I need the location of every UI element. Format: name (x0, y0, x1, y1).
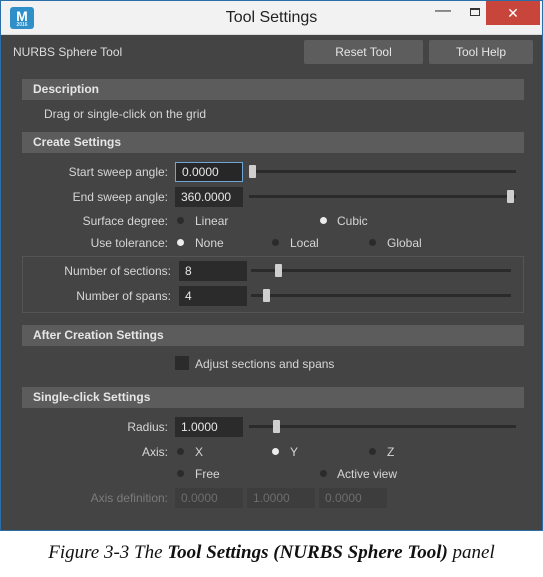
radio-cubic[interactable] (320, 217, 327, 224)
reset-tool-button[interactable]: Reset Tool (304, 40, 423, 64)
radius-slider-handle[interactable] (273, 420, 280, 433)
radio-axis-y-label: Y (290, 445, 299, 459)
number-of-sections-slider[interactable] (251, 269, 511, 272)
caption-prefix: Figure 3-3 The (48, 542, 168, 563)
tool-name-label: NURBS Sphere Tool (13, 45, 123, 59)
radio-none-label: None (195, 236, 224, 250)
radio-linear-label: Linear (195, 214, 229, 228)
surface-degree-label: Surface degree: (82, 214, 168, 228)
adjust-sections-spans-label: Adjust sections and spans (195, 357, 335, 371)
caption-suffix: panel (447, 542, 495, 563)
after-creation-settings-section-header[interactable]: After Creation Settings (22, 325, 524, 346)
radio-axis-x[interactable] (177, 448, 184, 455)
axis-definition-label: Axis definition: (90, 491, 168, 505)
radio-linear[interactable] (177, 217, 184, 224)
radio-cubic-label: Cubic (337, 214, 368, 228)
axis-label: Axis: (141, 445, 168, 459)
number-of-sections-label: Number of sections: (64, 264, 171, 278)
radio-global-label: Global (387, 236, 422, 250)
radio-axis-active-view-label: Active view (337, 467, 398, 481)
number-of-sections-slider-handle[interactable] (275, 264, 282, 277)
end-sweep-angle-slider[interactable] (249, 195, 516, 198)
radio-local[interactable] (272, 239, 279, 246)
single-click-settings-section-header[interactable]: Single-click Settings (22, 387, 524, 408)
radio-none[interactable] (177, 239, 184, 246)
maximize-icon (470, 8, 480, 16)
radio-axis-active-view[interactable] (320, 470, 327, 477)
start-sweep-angle-slider-handle[interactable] (249, 165, 256, 178)
close-button[interactable]: ✕ (486, 1, 540, 25)
radio-axis-y[interactable] (272, 448, 279, 455)
start-sweep-angle-field[interactable]: 0.0000 (175, 162, 243, 182)
axis-definition-x-field: 0.0000 (175, 488, 243, 508)
description-text: Drag or single-click on the grid (44, 107, 207, 121)
radio-global[interactable] (369, 239, 376, 246)
adjust-sections-spans-checkbox[interactable] (175, 356, 189, 370)
number-of-spans-slider-handle[interactable] (263, 289, 270, 302)
number-of-sections-field[interactable]: 8 (179, 261, 247, 281)
caption-bold: Tool Settings (NURBS Sphere Tool) (167, 542, 448, 563)
number-of-spans-label: Number of spans: (76, 289, 171, 303)
radius-field[interactable]: 1.0000 (175, 417, 243, 437)
radio-axis-free[interactable] (177, 470, 184, 477)
radius-slider[interactable] (249, 425, 516, 428)
tool-help-button[interactable]: Tool Help (429, 40, 533, 64)
create-settings-section-header[interactable]: Create Settings (22, 132, 524, 153)
tool-header: NURBS Sphere Tool Reset Tool Tool Help (1, 36, 542, 68)
axis-definition-z-field: 0.0000 (319, 488, 387, 508)
radius-label: Radius: (127, 420, 168, 434)
figure-caption: Figure 3-3 The Tool Settings (NURBS Sphe… (0, 542, 543, 564)
end-sweep-angle-label: End sweep angle: (72, 190, 168, 204)
radio-axis-z-label: Z (387, 445, 395, 459)
start-sweep-angle-label: Start sweep angle: (68, 165, 168, 179)
tool-settings-window: M 2016 Tool Settings — ✕ NURBS Sphere Too… (0, 0, 543, 531)
number-of-spans-slider[interactable] (251, 294, 511, 297)
description-section-header[interactable]: Description (22, 79, 524, 100)
end-sweep-angle-slider-handle[interactable] (507, 190, 514, 203)
title-bar[interactable]: M 2016 Tool Settings — ✕ (1, 1, 542, 35)
start-sweep-angle-slider[interactable] (249, 170, 516, 173)
minimize-button[interactable]: — (426, 1, 460, 25)
use-tolerance-label: Use tolerance: (90, 236, 168, 250)
radio-axis-free-label: Free (195, 467, 220, 481)
radio-axis-z[interactable] (369, 448, 376, 455)
axis-definition-y-field: 1.0000 (247, 488, 315, 508)
end-sweep-angle-field[interactable]: 360.0000 (175, 187, 243, 207)
radio-local-label: Local (290, 236, 319, 250)
radio-axis-x-label: X (195, 445, 204, 459)
number-of-spans-field[interactable]: 4 (179, 286, 247, 306)
